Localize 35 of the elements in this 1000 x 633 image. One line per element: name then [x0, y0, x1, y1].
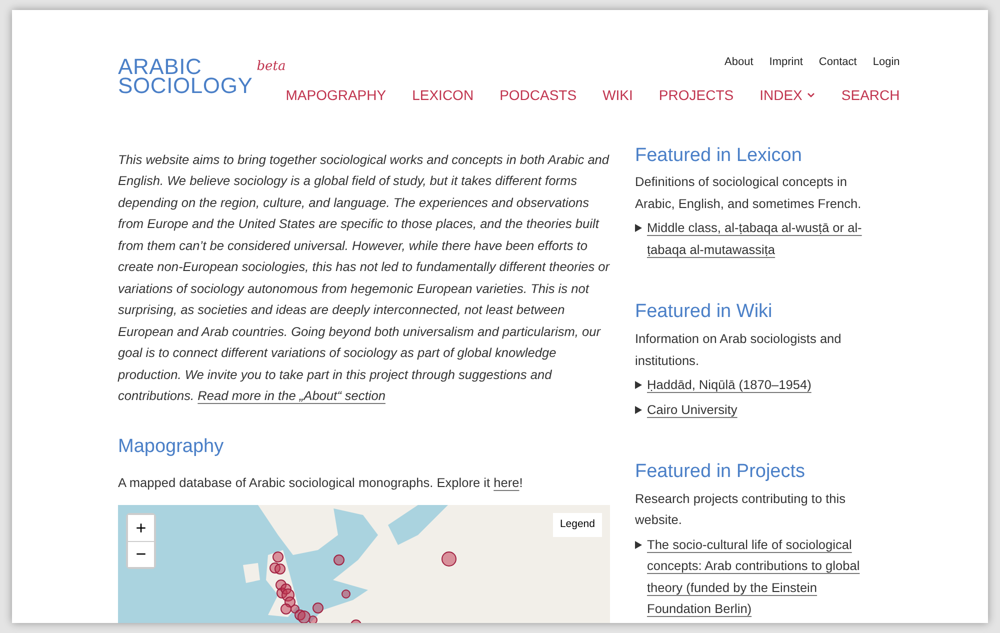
zoom-out-button[interactable]: − — [128, 540, 154, 567]
section-heading: Mapography — [118, 436, 225, 458]
legend-button[interactable]: Legend — [552, 512, 602, 537]
section-text: Information on Arab sociologists and institutions. — [635, 330, 842, 370]
featured-link[interactable]: Cairo University — [647, 398, 738, 420]
top-link[interactable]: Contact — [818, 54, 857, 70]
intro-paragraph: This website aims to bring together sociological works and concepts in both Arabic and English. We believe sociology is a global field of study, but it takes different forms depending on the region, culture, and language. The experiences and observations from Europe and the United States are specific to those places, and the theories built from them can’t be considered universal. However, while there have been efforts to create non-European sociologies, this has not led to fundamentally different theories or variations of sociology autonomous from hegemonic European varieties. This is not surprising, as societies and ideas are deeply interconnected, not least between European and Arab countries. Going beyond both universalism and particularism, our goal is to connect different variations of sociology as part of global knowledge production. We invite you to take part in this project through suggestions and contributions. Read more in the „About“ section — [118, 150, 610, 405]
nav-link[interactable]: PODCASTS — [500, 84, 577, 106]
nav-link[interactable]: LEXICON — [412, 84, 474, 106]
section-heading: Featured in Projects — [635, 461, 806, 484]
section-text: Definitions of sociological concepts in Arabic, English, and sometimes French. — [635, 173, 862, 213]
section-text: Research projects contributing to this website. — [635, 490, 847, 530]
nav-link[interactable]: MAPOGRAPHY — [286, 84, 386, 106]
nav-link[interactable]: INDEX — [760, 84, 816, 106]
nav-link[interactable]: SEARCH — [841, 84, 900, 106]
featured-link[interactable]: Middle class, al-ṭabaqa al-wusṭā or al-ṭabaqa al-mutawassiṭa — [647, 217, 880, 260]
section-text: A mapped database of Arabic sociological monographs. Explore it here! — [118, 474, 524, 492]
about-link[interactable]: Read more in the „About“ section — [198, 388, 386, 403]
bullet-icon — [635, 224, 642, 232]
bullet-icon — [635, 540, 642, 549]
top-link[interactable]: Login — [872, 54, 900, 70]
beta-label: beta — [256, 58, 286, 76]
featured-link[interactable]: Ḥaddād, Niqūlā (1870–1954) — [647, 374, 812, 396]
logo-text: SOCIOLOGY — [118, 76, 253, 95]
nav-link[interactable]: PROJECTS — [658, 84, 734, 106]
bullet-icon — [635, 406, 642, 414]
section-heading: Featured in Wiki — [635, 301, 774, 324]
bullet-icon — [635, 381, 642, 390]
section-heading: Featured in Lexicon — [635, 144, 803, 168]
top-link[interactable]: Imprint — [769, 54, 803, 70]
nav-link[interactable]: WIKI — [602, 84, 633, 106]
featured-link[interactable]: The socio-cultural life of sociological concepts: Arab contributions to global theory (funded by the Einstein Foundation Berlin) — [647, 534, 880, 620]
here-link[interactable]: here — [494, 475, 520, 490]
logo-text: ARABIC — [118, 57, 202, 76]
top-link[interactable]: About — [724, 54, 754, 70]
